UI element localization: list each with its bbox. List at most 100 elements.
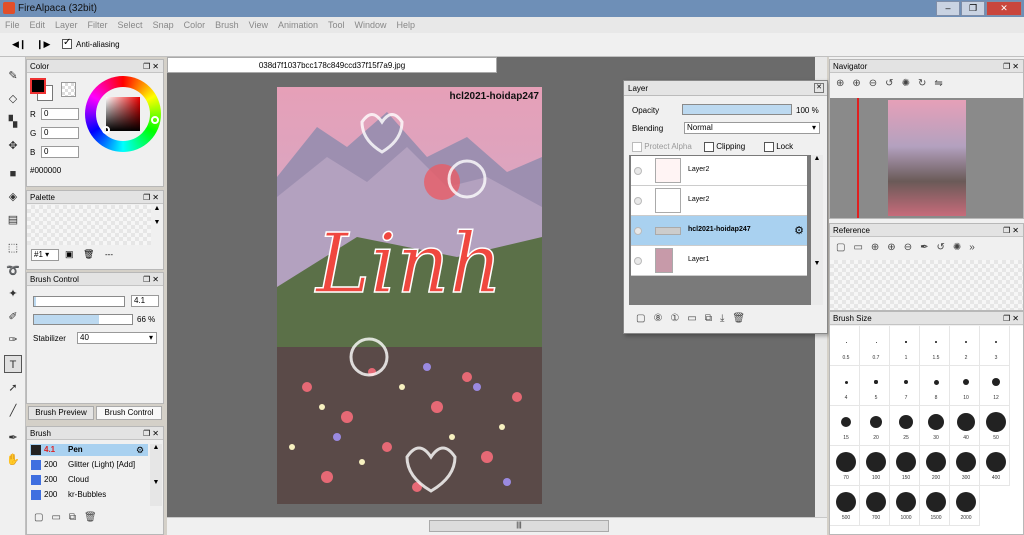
folder-icon[interactable]: ▭ bbox=[51, 512, 60, 523]
r-field[interactable]: 0 bbox=[41, 108, 79, 120]
duplicate-icon[interactable]: ⧉ bbox=[69, 512, 76, 523]
zoom-out-icon[interactable]: ⊖ bbox=[904, 242, 912, 253]
open-reference-icon[interactable]: ▢ bbox=[836, 242, 845, 253]
panel-controls-icon[interactable]: ❐✕ bbox=[143, 191, 161, 204]
new-layer-icon[interactable]: ▢ bbox=[636, 313, 645, 324]
gradient-tool-icon[interactable]: ▤ bbox=[4, 211, 22, 229]
clipping-checkbox[interactable]: Clipping bbox=[704, 142, 745, 152]
bucket-tool-icon[interactable]: ◈ bbox=[4, 188, 22, 206]
menu-color[interactable]: Color bbox=[179, 17, 211, 33]
g-field[interactable]: 0 bbox=[41, 127, 79, 139]
new-brush-icon[interactable]: ▢ bbox=[34, 512, 43, 523]
zoom-in-icon[interactable]: ⊕ bbox=[887, 242, 895, 253]
menu-edit[interactable]: Edit bbox=[25, 17, 51, 33]
visibility-icon[interactable] bbox=[634, 227, 642, 235]
move-tool-icon[interactable]: ✥ bbox=[4, 137, 22, 155]
palette-swatches[interactable] bbox=[27, 205, 151, 245]
tab-brush-preview[interactable]: Brush Preview bbox=[28, 406, 94, 420]
panel-controls-icon[interactable]: ❐✕ bbox=[143, 60, 161, 73]
text-tool-icon[interactable]: T bbox=[4, 355, 22, 373]
hand-tool-icon[interactable]: ✋ bbox=[4, 451, 22, 469]
saturation-square[interactable] bbox=[106, 97, 140, 131]
zoom-in-icon[interactable]: ⊕ bbox=[852, 78, 860, 89]
protect-alpha-checkbox[interactable]: Protect Alpha bbox=[632, 142, 692, 152]
layer-scrollbar[interactable]: ▲ ▼ bbox=[811, 155, 823, 305]
canvas-horizontal-scrollbar[interactable]: ||| bbox=[167, 517, 827, 535]
layer-row[interactable]: Layer1 bbox=[631, 246, 807, 276]
menu-animation[interactable]: Animation bbox=[273, 17, 323, 33]
brush-opacity-slider[interactable] bbox=[33, 314, 133, 325]
eraser-tool-icon[interactable]: ◇ bbox=[4, 90, 22, 108]
hue-wheel[interactable] bbox=[85, 76, 161, 152]
gear-icon[interactable]: ⚙ bbox=[794, 224, 804, 237]
panel-controls-icon[interactable]: ❐✕ bbox=[143, 273, 161, 286]
lock-checkbox[interactable]: Lock bbox=[764, 142, 793, 152]
scroll-thumb[interactable]: ||| bbox=[429, 520, 609, 532]
brush-size-slider[interactable] bbox=[33, 296, 125, 307]
stabilizer-select[interactable]: 40 ▾ bbox=[77, 332, 157, 344]
menu-help[interactable]: Help bbox=[392, 17, 421, 33]
panel-controls-icon[interactable]: ❐✕ bbox=[1003, 312, 1021, 325]
menu-filter[interactable]: Filter bbox=[83, 17, 113, 33]
next-frame-icon[interactable]: ❙▶ bbox=[36, 39, 50, 50]
eyedropper-icon[interactable]: ✒ bbox=[920, 242, 928, 253]
hue-handle[interactable] bbox=[151, 116, 159, 124]
brush-item[interactable]: 200 Cloud bbox=[30, 474, 148, 486]
merge-down-icon[interactable]: ⤓ bbox=[720, 313, 724, 324]
zoom-in-icon[interactable]: ⊕ bbox=[871, 242, 879, 253]
rotate-right-icon[interactable]: ↻ bbox=[918, 78, 926, 89]
close-button[interactable]: ✕ bbox=[986, 1, 1022, 16]
palette-scrollbar[interactable]: ▲ ▼ bbox=[151, 205, 163, 245]
layer-opacity-slider[interactable] bbox=[682, 104, 792, 115]
dot-tool-icon[interactable]: ▚ bbox=[4, 113, 22, 131]
close-icon[interactable]: ✕ bbox=[814, 83, 824, 93]
folder-icon[interactable]: ▭ bbox=[687, 313, 696, 324]
foreground-color-swatch[interactable] bbox=[30, 78, 46, 94]
navigator-preview[interactable] bbox=[830, 98, 1023, 218]
panel-controls-icon[interactable]: ❐✕ bbox=[1003, 60, 1021, 73]
flip-icon[interactable]: ⇋ bbox=[934, 78, 942, 89]
menu-snap[interactable]: Snap bbox=[148, 17, 179, 33]
antialias-checkbox[interactable] bbox=[62, 37, 72, 49]
brush-list-scrollbar[interactable]: ▲ ▼ bbox=[150, 444, 162, 506]
panel-controls-icon[interactable]: ❐✕ bbox=[143, 427, 161, 440]
visibility-icon[interactable] bbox=[634, 167, 642, 175]
artwork[interactable]: Linh hcl2021-hoidap247 bbox=[277, 87, 542, 504]
reference-view[interactable] bbox=[830, 260, 1023, 310]
minimize-button[interactable]: – bbox=[936, 1, 960, 16]
tab-brush-control[interactable]: Brush Control bbox=[96, 406, 162, 420]
trash-icon[interactable]: 🗑 bbox=[732, 313, 745, 324]
brush-item[interactable]: 200 Glitter (Light) [Add] bbox=[30, 459, 148, 471]
layer-row[interactable]: Layer2 bbox=[631, 156, 807, 186]
brush-item[interactable]: 4.1 Pen ⚙ bbox=[30, 444, 148, 456]
menu-tool[interactable]: Tool bbox=[323, 17, 350, 33]
maximize-button[interactable]: ❐ bbox=[961, 1, 985, 16]
new-8bit-layer-icon[interactable]: ⑧ bbox=[653, 313, 662, 324]
palette-select[interactable]: #1 ▾ bbox=[31, 249, 59, 261]
menu-select[interactable]: Select bbox=[113, 17, 148, 33]
gear-icon[interactable]: ⚙ bbox=[136, 444, 144, 456]
eyedropper-tool-icon[interactable]: ✒ bbox=[4, 429, 22, 447]
menu-brush[interactable]: Brush bbox=[210, 17, 244, 33]
panel-controls-icon[interactable]: ❐✕ bbox=[1003, 224, 1021, 237]
visibility-icon[interactable] bbox=[634, 257, 642, 265]
menu-layer[interactable]: Layer bbox=[50, 17, 83, 33]
operation-tool-icon[interactable]: ➚ bbox=[4, 379, 22, 397]
sv-handle[interactable] bbox=[102, 126, 110, 134]
select-tool-icon[interactable]: ⬚ bbox=[4, 239, 22, 257]
menu-file[interactable]: File bbox=[0, 17, 25, 33]
layer-row[interactable]: Layer2 bbox=[631, 186, 807, 216]
new-1bit-layer-icon[interactable]: ① bbox=[670, 313, 679, 324]
visibility-icon[interactable] bbox=[634, 197, 642, 205]
pen-tool-icon[interactable]: ✎ bbox=[4, 67, 22, 85]
select-eraser-tool-icon[interactable]: ✑ bbox=[4, 331, 22, 349]
transparent-color-swatch[interactable] bbox=[61, 82, 76, 97]
divide-tool-icon[interactable]: ╱ bbox=[4, 402, 22, 420]
trash-icon[interactable]: 🗑 bbox=[83, 249, 94, 260]
rotate-left-icon[interactable]: ↺ bbox=[936, 242, 944, 253]
prev-frame-icon[interactable]: ◀❙ bbox=[12, 39, 26, 50]
fill-rect-tool-icon[interactable]: ■ bbox=[4, 165, 22, 183]
menu-view[interactable]: View bbox=[244, 17, 273, 33]
brush-item[interactable]: 200 kr-Bubbles bbox=[30, 489, 148, 501]
paste-reference-icon[interactable]: ▭ bbox=[853, 242, 862, 253]
